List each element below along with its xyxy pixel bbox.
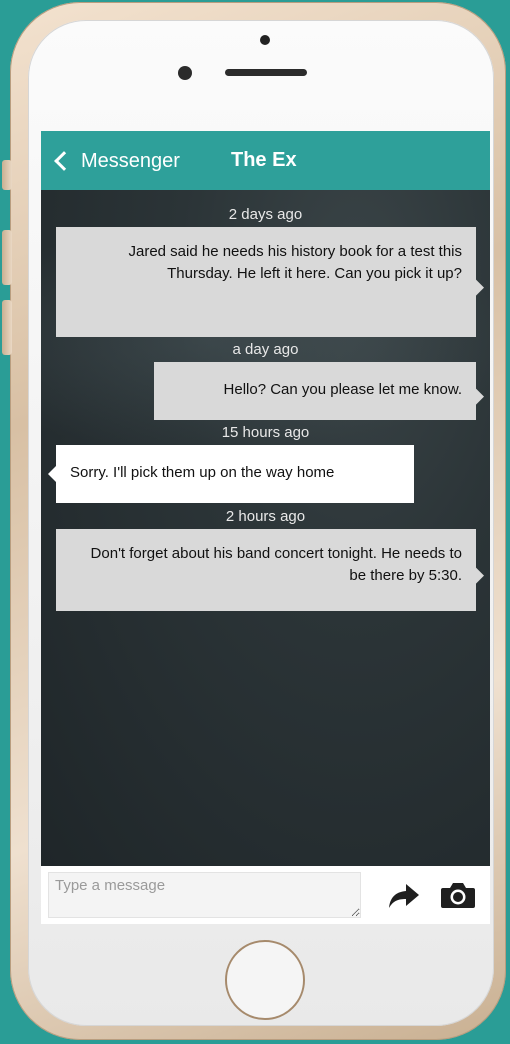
message-timestamp: 2 hours ago xyxy=(225,508,306,525)
front-camera xyxy=(178,66,192,80)
conversation-title: The Ex xyxy=(231,149,297,171)
proximity-sensor xyxy=(260,35,270,45)
mute-switch xyxy=(2,160,12,190)
message-list[interactable]: 2 days ago Jared said he needs his histo… xyxy=(41,190,490,866)
volume-down-button xyxy=(2,300,12,355)
home-button[interactable] xyxy=(225,940,305,1020)
camera-button[interactable] xyxy=(439,880,477,910)
back-label: Messenger xyxy=(81,149,180,172)
camera-icon xyxy=(441,883,475,908)
message-timestamp: a day ago xyxy=(232,341,299,358)
volume-up-button xyxy=(2,230,12,285)
send-button[interactable] xyxy=(388,882,420,910)
message-bubble-incoming[interactable]: Sorry. I'll pick them up on the way home xyxy=(56,445,414,503)
chat-header: Messenger The Ex xyxy=(41,131,490,190)
message-composer xyxy=(41,866,490,924)
message-timestamp: 15 hours ago xyxy=(221,424,310,441)
message-bubble-outgoing[interactable]: Hello? Can you please let me know. xyxy=(154,362,476,420)
arrow-right-icon xyxy=(389,884,419,908)
earpiece-speaker xyxy=(225,69,307,76)
device-stage: Messenger The Ex 2 days ago Jared said h… xyxy=(0,0,510,1044)
message-input[interactable] xyxy=(48,872,361,918)
back-button[interactable]: Messenger xyxy=(51,145,180,177)
chevron-left-icon xyxy=(54,151,74,171)
phone-screen: Messenger The Ex 2 days ago Jared said h… xyxy=(41,131,490,924)
message-timestamp: 2 days ago xyxy=(228,206,303,223)
message-bubble-outgoing[interactable]: Don't forget about his band concert toni… xyxy=(56,529,476,611)
message-bubble-outgoing[interactable]: Jared said he needs his history book for… xyxy=(56,227,476,337)
